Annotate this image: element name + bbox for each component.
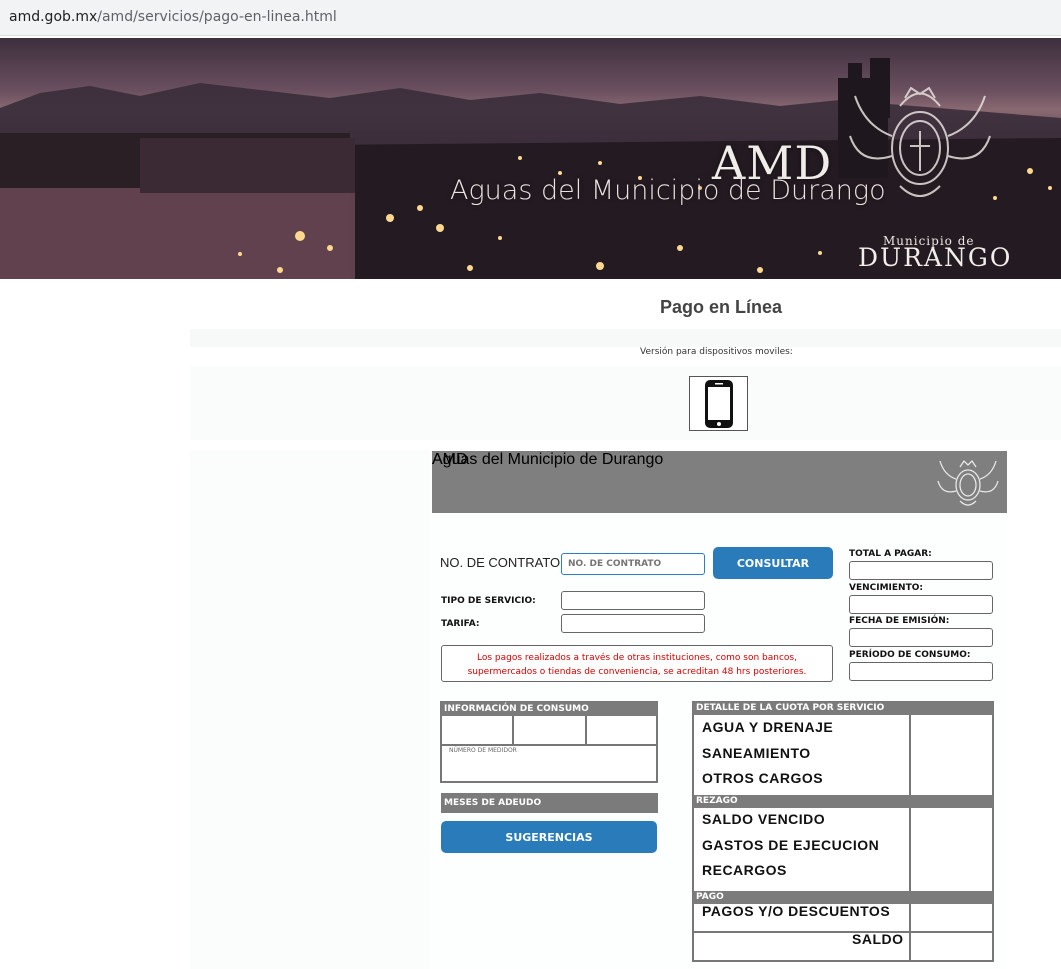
- form-header-crest-icon: [937, 459, 999, 506]
- periodo-consumo-label: PERÍODO DE CONSUMO:: [849, 650, 971, 660]
- url-path: /amd/servicios/pago-en-linea.html: [97, 9, 337, 25]
- contract-label: NO. DE CONTRATO:: [440, 555, 564, 570]
- saldo-vencido-label: SALDO VENCIDO: [702, 811, 826, 827]
- form-header-subtitle: Aguas del Municipio de Durango: [432, 451, 664, 468]
- recargos-label: RECARGOS: [702, 862, 787, 878]
- contract-number-input[interactable]: [561, 553, 705, 575]
- consultar-button[interactable]: CONSULTAR: [713, 547, 833, 579]
- saldo-divider: [693, 931, 993, 933]
- fecha-emision-label: FECHA DE EMISIÓN:: [849, 616, 950, 626]
- detalle-header: DETALLE DE LA CUOTA POR SERVICIO: [693, 702, 993, 715]
- detalle-box: [692, 701, 994, 962]
- consumo-header: INFORMACIÓN DE CONSUMO: [441, 702, 657, 716]
- mobile-version-link[interactable]: [689, 376, 748, 431]
- saldo-label: SALDO: [852, 931, 904, 947]
- mobile-version-row: [190, 366, 1061, 440]
- saneamiento-label: SANEAMIENTO: [702, 745, 811, 761]
- detalle-column-divider: [909, 715, 911, 960]
- url-host: amd.gob.mx: [9, 9, 98, 25]
- vencimiento-label: VENCIMIENTO:: [849, 583, 923, 593]
- vencimiento-field[interactable]: [849, 595, 993, 614]
- total-label: TOTAL A PAGAR:: [849, 549, 932, 559]
- durango-crest-icon: [849, 86, 991, 197]
- sugerencias-button[interactable]: SUGERENCIAS: [441, 821, 657, 853]
- agua-drenaje-label: AGUA Y DRENAJE: [702, 719, 834, 735]
- browser-url-bar[interactable]: amd.gob.mx/amd/servicios/pago-en-linea.h…: [0, 0, 1061, 36]
- pagos-descuentos-label: PAGOS Y/O DESCUENTOS: [702, 903, 891, 919]
- medidor-label: NÚMERO DE MEDIDOR: [449, 747, 517, 754]
- fecha-emision-field[interactable]: [849, 628, 993, 647]
- gastos-ejecucion-label: GASTOS DE EJECUCION: [702, 837, 880, 853]
- tipo-servicio-label: TIPO DE SERVICIO:: [441, 596, 536, 606]
- smartphone-icon: [704, 379, 733, 428]
- consumo-divider: [585, 716, 587, 745]
- tipo-servicio-field[interactable]: [561, 591, 705, 610]
- hero-municipio-durango: DURANGO: [858, 243, 1013, 272]
- tarifa-field[interactable]: [561, 614, 705, 633]
- consumo-divider: [512, 716, 514, 745]
- notice-line-1: Los pagos realizados a través de otras i…: [477, 653, 797, 663]
- page-title: Pago en Línea: [660, 297, 783, 317]
- otros-cargos-label: OTROS CARGOS: [702, 770, 824, 786]
- consumo-divider: [441, 744, 657, 746]
- hero-banner: AMD Aguas del Municipio de Durango Munic…: [0, 38, 1061, 279]
- payment-notice: Los pagos realizados a través de otras i…: [441, 645, 833, 682]
- section-band: [190, 329, 1061, 347]
- url-text[interactable]: amd.gob.mx/amd/servicios/pago-en-linea.h…: [9, 9, 337, 25]
- hero-subtitle: Aguas del Municipio de Durango: [450, 175, 886, 206]
- tarifa-label: TARIFA:: [441, 619, 480, 629]
- notice-line-2: supermercados o tiendas de conveniencia,…: [467, 667, 807, 677]
- periodo-consumo-field[interactable]: [849, 662, 993, 681]
- rezago-header: REZAGO: [693, 795, 993, 808]
- meses-adeudo-header: MESES DE ADEUDO: [441, 793, 658, 813]
- left-sidebar-area: [190, 450, 430, 969]
- mobile-version-label: Versión para dispositivos moviles:: [640, 347, 793, 357]
- total-field[interactable]: [849, 561, 993, 580]
